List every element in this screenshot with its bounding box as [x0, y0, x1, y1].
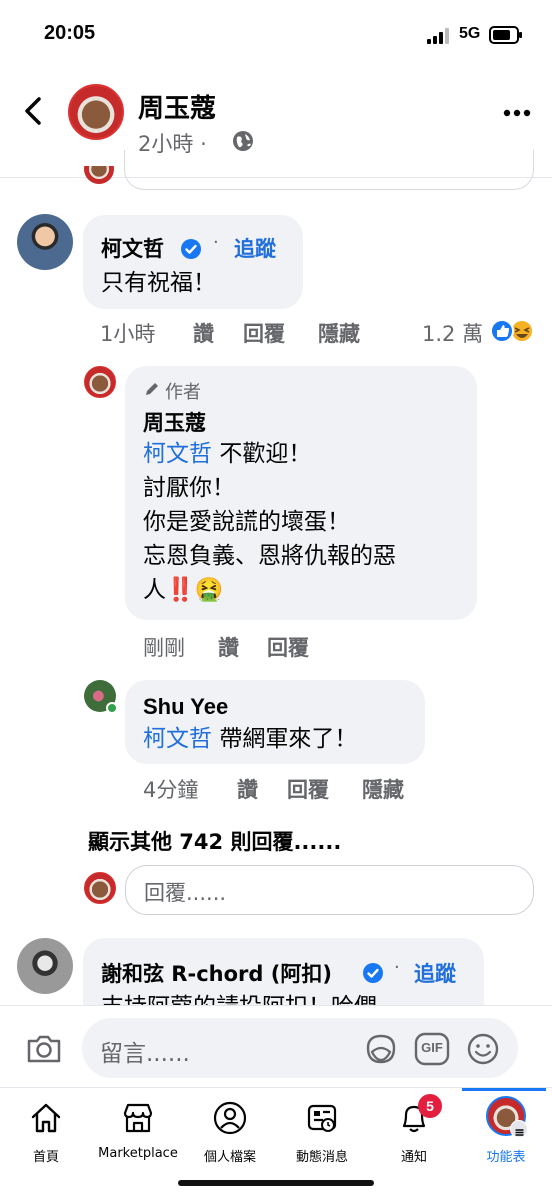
hide-button[interactable]: 隱藏 [362, 774, 404, 804]
reply-button[interactable]: 回覆 [243, 318, 285, 348]
like-button[interactable]: 讚 [237, 774, 258, 804]
reply-text-line: 柯文哲 不歡迎！ [143, 441, 312, 467]
tab-label: 動態消息 [295, 1150, 348, 1165]
battery-icon [489, 26, 523, 44]
reply-author[interactable]: Shu Yee [143, 694, 228, 720]
avatar[interactable] [84, 366, 116, 398]
sticker-icon[interactable] [364, 1032, 398, 1066]
tab-menu[interactable]: 功能表 [460, 1096, 552, 1166]
chevron-left-icon [25, 97, 41, 125]
home-indicator [178, 1180, 374, 1186]
separator-dot: · [394, 957, 400, 978]
emoji-icon[interactable] [466, 1032, 500, 1066]
camera-icon[interactable] [26, 1032, 62, 1064]
comment-placeholder: 留言...... [100, 1041, 190, 1067]
back-button[interactable] [20, 96, 48, 126]
status-time: 20:05 [44, 22, 96, 44]
network-label: 5G [459, 25, 481, 42]
follow-button[interactable]: 追蹤 [414, 958, 456, 988]
tab-marketplace[interactable]: Marketplace [92, 1096, 184, 1166]
tab-notifications[interactable]: 通知 [368, 1096, 460, 1166]
mention-link[interactable]: 柯文哲 [143, 441, 212, 467]
avatar[interactable] [17, 938, 73, 994]
reply-input[interactable]: 回覆...... [125, 865, 534, 915]
tab-label: 首頁 [32, 1150, 59, 1165]
reply-input-partial[interactable] [124, 150, 534, 190]
reply-button[interactable]: 回覆 [267, 632, 309, 662]
hide-button[interactable]: 隱藏 [318, 318, 360, 348]
reply-text-line: 人‼️🤮 [143, 577, 224, 603]
notification-badge: 5 [418, 1094, 442, 1118]
more-options-icon[interactable] [502, 104, 532, 117]
online-indicator [106, 702, 118, 714]
tab-news-feed[interactable]: 動態消息 [276, 1096, 368, 1166]
comment-time: 1小時 [100, 322, 156, 346]
verified-badge-icon [363, 963, 383, 983]
home-icon [31, 1103, 61, 1133]
reaction-count[interactable]: 1.2 萬 [422, 318, 483, 348]
globe-icon [232, 130, 254, 152]
menu-lines-icon [510, 1120, 528, 1138]
reply-text-line: 忘恩負義、恩將仇報的惡 [143, 543, 396, 569]
reply-time: 剛剛 [143, 636, 185, 660]
reply-time: 4分鐘 [143, 778, 199, 802]
comment-input[interactable]: 留言...... GIF [82, 1018, 518, 1078]
avatar [84, 166, 114, 184]
author-name[interactable]: 周玉蔻 [138, 88, 216, 125]
separator-dot: · [213, 232, 219, 253]
tab-home[interactable]: 首頁 [0, 1096, 92, 1166]
signal-icon [427, 28, 453, 44]
tab-profile[interactable]: 個人檔案 [184, 1096, 276, 1166]
gif-label: GIF [421, 1040, 443, 1055]
avatar [84, 872, 116, 904]
comment-author[interactable]: 柯文哲 [101, 233, 164, 263]
reply-button[interactable]: 回覆 [287, 774, 329, 804]
comment-author[interactable]: 謝和弦 R-chord (阿扣) [101, 958, 332, 988]
pencil-icon [143, 380, 161, 398]
comment-preview: 謝和弦 R-chord (阿扣) · 追蹤 支持阿蔻的請投阿扣！哈們 [83, 938, 484, 1005]
news-feed-icon [307, 1104, 337, 1132]
comment-text: 支持阿蔻的請投阿扣！哈們 [101, 990, 377, 1005]
profile-icon [213, 1101, 247, 1135]
mention-link[interactable]: 柯文哲 [143, 726, 212, 752]
emoji: ‼️🤮 [166, 577, 224, 603]
bottom-tab-bar: 首頁 Marketplace 個人檔案 動態消息 通知 5 功能表 [0, 1087, 552, 1195]
reply-text: 柯文哲 帶網軍來了！ [143, 726, 358, 752]
active-tab-indicator [462, 1088, 546, 1091]
tab-label: 個人檔案 [203, 1150, 256, 1165]
reply-text-line: 討厭你！ [143, 475, 235, 501]
reply-placeholder: 回覆...... [144, 881, 227, 905]
menu-avatar-icon [486, 1096, 528, 1138]
tab-label: 通知 [400, 1150, 427, 1165]
status-bar: 20:05 5G [0, 0, 552, 70]
follow-button[interactable]: 追蹤 [234, 233, 276, 263]
marketplace-icon [123, 1103, 153, 1133]
reply-author[interactable]: 周玉蔻 [143, 407, 206, 437]
author-avatar[interactable] [68, 84, 124, 140]
reply-text-line: 你是愛說謊的壞蛋！ [143, 509, 350, 535]
tab-label: 功能表 [486, 1150, 526, 1165]
like-button[interactable]: 讚 [193, 318, 214, 348]
show-more-replies-link[interactable]: 顯示其他 742 則回覆...... [88, 826, 341, 856]
author-tag: 作者 [165, 382, 201, 403]
avatar[interactable] [17, 214, 73, 270]
gif-icon[interactable]: GIF [414, 1032, 450, 1066]
comment-composer: 留言...... GIF [0, 1005, 552, 1087]
tab-label: Marketplace [98, 1146, 178, 1161]
comment-text: 只有祝福！ [101, 270, 216, 296]
verified-badge-icon [181, 239, 201, 259]
like-button[interactable]: 讚 [218, 632, 239, 662]
reactions-icon[interactable] [490, 318, 536, 344]
